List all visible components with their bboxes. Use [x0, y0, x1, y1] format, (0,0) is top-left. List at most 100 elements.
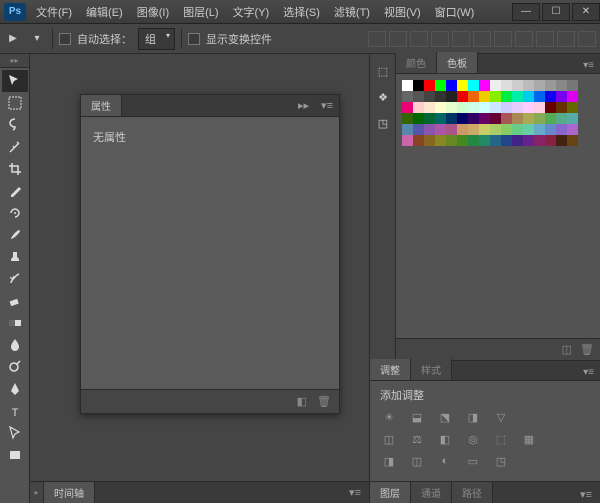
align-icon[interactable]: [515, 31, 533, 47]
character-panel-icon[interactable]: ❖: [372, 86, 394, 108]
swatch[interactable]: [479, 80, 490, 91]
swatch[interactable]: [446, 124, 457, 135]
swatch[interactable]: [523, 102, 534, 113]
swatch[interactable]: [468, 91, 479, 102]
swatch[interactable]: [468, 124, 479, 135]
align-icon[interactable]: [473, 31, 491, 47]
swatch[interactable]: [446, 91, 457, 102]
marquee-tool[interactable]: [2, 92, 28, 114]
menu-window[interactable]: 窗口(W): [429, 0, 481, 24]
photo-filter-icon[interactable]: ◎: [464, 431, 482, 447]
timeline-collapse[interactable]: ▸: [30, 482, 44, 503]
swatch[interactable]: [435, 124, 446, 135]
brush-tool[interactable]: [2, 224, 28, 246]
swatch[interactable]: [556, 113, 567, 124]
eraser-tool[interactable]: [2, 290, 28, 312]
swatch[interactable]: [413, 135, 424, 146]
tab-styles[interactable]: 样式: [411, 359, 452, 380]
mixer-icon[interactable]: ⬚: [492, 431, 510, 447]
stamp-tool[interactable]: [2, 246, 28, 268]
swatch[interactable]: [534, 102, 545, 113]
menu-filter[interactable]: 滤镜(T): [328, 0, 376, 24]
paragraph-panel-icon[interactable]: ◳: [372, 112, 394, 134]
swatch[interactable]: [479, 113, 490, 124]
tool-preset-dropdown[interactable]: ▾: [28, 31, 46, 47]
swatch[interactable]: [468, 135, 479, 146]
swatch[interactable]: [468, 80, 479, 91]
swatch[interactable]: [534, 124, 545, 135]
exposure-icon[interactable]: ◨: [464, 409, 482, 425]
menu-file[interactable]: 文件(F): [30, 0, 78, 24]
adjustments-menu[interactable]: ▾≡: [577, 365, 600, 380]
history-brush-tool[interactable]: [2, 268, 28, 290]
posterize-icon[interactable]: ◫: [408, 453, 426, 469]
swatch[interactable]: [534, 135, 545, 146]
swatch[interactable]: [501, 113, 512, 124]
swatch[interactable]: [556, 80, 567, 91]
swatch[interactable]: [490, 80, 501, 91]
swatch[interactable]: [446, 113, 457, 124]
swatch[interactable]: [457, 135, 468, 146]
swatch[interactable]: [545, 135, 556, 146]
swatch[interactable]: [501, 135, 512, 146]
swatch[interactable]: [424, 135, 435, 146]
swatch[interactable]: [545, 113, 556, 124]
swatch[interactable]: [512, 124, 523, 135]
invert-icon[interactable]: ◨: [380, 453, 398, 469]
swatch[interactable]: [402, 80, 413, 91]
new-swatch-icon[interactable]: ◫: [562, 343, 572, 356]
close-button[interactable]: ✕: [572, 3, 600, 21]
swatch[interactable]: [424, 80, 435, 91]
swatch[interactable]: [413, 113, 424, 124]
swatch[interactable]: [402, 102, 413, 113]
swatch[interactable]: [556, 102, 567, 113]
swatch[interactable]: [446, 135, 457, 146]
tab-properties[interactable]: 属性: [81, 95, 122, 116]
swatch[interactable]: [435, 113, 446, 124]
swatches-menu[interactable]: ▾≡: [577, 58, 600, 73]
align-icon[interactable]: [557, 31, 575, 47]
swatch[interactable]: [424, 91, 435, 102]
swatch[interactable]: [446, 102, 457, 113]
swatch[interactable]: [523, 80, 534, 91]
swatch[interactable]: [490, 91, 501, 102]
tab-timeline[interactable]: 时间轴: [44, 482, 95, 503]
swatch[interactable]: [501, 102, 512, 113]
healing-tool[interactable]: [2, 202, 28, 224]
delete-icon[interactable]: 🗑: [317, 395, 331, 408]
align-icon[interactable]: [578, 31, 596, 47]
dodge-tool[interactable]: [2, 356, 28, 378]
properties-collapse[interactable]: ▸▸: [292, 97, 315, 114]
hue-icon[interactable]: ◫: [380, 431, 398, 447]
swatch[interactable]: [556, 135, 567, 146]
properties-menu[interactable]: ▾≡: [315, 97, 339, 114]
rectangle-tool[interactable]: [2, 444, 28, 466]
blur-tool[interactable]: [2, 334, 28, 356]
swatch[interactable]: [490, 135, 501, 146]
swatch[interactable]: [501, 80, 512, 91]
swatch[interactable]: [534, 91, 545, 102]
swatch[interactable]: [468, 102, 479, 113]
menu-layer[interactable]: 图层(L): [177, 0, 224, 24]
swatch[interactable]: [512, 135, 523, 146]
swatch[interactable]: [545, 80, 556, 91]
show-transform-checkbox[interactable]: [188, 33, 200, 45]
swatch[interactable]: [523, 91, 534, 102]
swatch[interactable]: [479, 91, 490, 102]
tab-color[interactable]: 颜色: [396, 52, 437, 73]
levels-icon[interactable]: ⬓: [408, 409, 426, 425]
swatch[interactable]: [556, 124, 567, 135]
menu-type[interactable]: 文字(Y): [227, 0, 276, 24]
toolbox-collapse[interactable]: ▸▸: [0, 54, 29, 68]
swatch[interactable]: [490, 102, 501, 113]
curves-icon[interactable]: ⬔: [436, 409, 454, 425]
vibrance-icon[interactable]: ▽: [492, 409, 510, 425]
align-icon[interactable]: [494, 31, 512, 47]
align-icon[interactable]: [536, 31, 554, 47]
swatch[interactable]: [402, 135, 413, 146]
auto-select-type-dropdown[interactable]: 组: [138, 28, 175, 50]
gradient-tool[interactable]: [2, 312, 28, 334]
swatch[interactable]: [424, 102, 435, 113]
menu-image[interactable]: 图像(I): [131, 0, 175, 24]
history-panel-icon[interactable]: ⬚: [372, 60, 394, 82]
